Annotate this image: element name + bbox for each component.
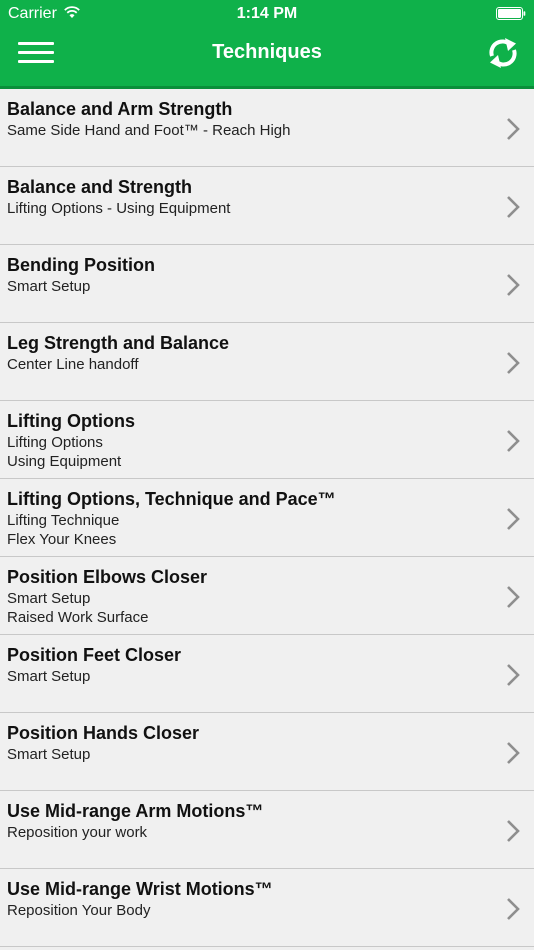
list-item-title: Balance and Arm Strength: [7, 99, 233, 119]
chevron-right-icon: [507, 118, 520, 140]
list-item[interactable]: Position Hands Closer Smart Setup: [0, 713, 534, 791]
list-item-title: Lifting Options, Technique and Pace™: [7, 489, 336, 509]
list-item-subtitle-line: Lifting Options: [7, 434, 103, 451]
list-item-title: Lifting Options: [7, 411, 135, 431]
chevron-right-icon: [507, 586, 520, 608]
page-title: Techniques: [212, 41, 322, 63]
refresh-icon[interactable]: [486, 34, 520, 72]
list-item[interactable]: Balance and Arm Strength Same Side Hand a…: [0, 89, 534, 167]
list-item-subtitle-line: Smart Setup: [7, 668, 91, 685]
chevron-right-icon: [507, 430, 520, 452]
list-item[interactable]: Position Feet Closer Smart Setup: [0, 635, 534, 713]
battery-icon: [496, 7, 526, 20]
list-item-subtitle-line: Reposition your work: [7, 824, 148, 841]
technique-list: Balance and Arm Strength Same Side Hand a…: [0, 89, 534, 947]
list-item[interactable]: Position Elbows Closer Smart Setup Raised …: [0, 557, 534, 635]
list-item-subtitle: Smart Setup: [7, 746, 90, 765]
list-item[interactable]: Lifting Options Lifting Options Using Equi…: [0, 401, 534, 479]
list-item[interactable]: Balance and Strength Lifting Options - Us…: [0, 167, 534, 245]
list-item[interactable]: Bending Position Smart Setup: [0, 245, 534, 323]
list-item-title: Balance and Strength: [7, 177, 193, 197]
list-item-subtitle-line: Lifting Options - Using Equipment: [7, 200, 231, 217]
list-item-subtitle: Same Side Hand and Foot™ - Reach High: [7, 122, 290, 141]
list-item-title: Use Mid-range Arm Motions™: [7, 801, 264, 821]
list-item-subtitle: Lifting Options Using Equipment: [7, 434, 121, 471]
list-item-subtitle-line: Flex Your Knees: [7, 530, 117, 548]
status-bar: Carrier 1:14 PM: [0, 0, 534, 28]
list-item-subtitle-line: Center Line handoff: [7, 356, 139, 373]
list-item-title: Leg Strength and Balance: [7, 333, 230, 353]
list-item-subtitle-line: Smart Setup: [7, 746, 91, 763]
chevron-right-icon: [507, 820, 520, 842]
chevron-right-icon: [507, 742, 520, 764]
list-item[interactable]: Lifting Options, Technique and Pace™ Lift…: [0, 479, 534, 557]
list-item-title: Position Hands Closer: [7, 723, 200, 743]
list-item-subtitle-line: Same Side Hand and Foot™ - Reach High: [7, 122, 291, 139]
list-item-subtitle: Lifting Technique Flex Your Knees: [7, 512, 119, 549]
list-item-subtitle: Smart Setup: [7, 668, 90, 687]
list-item-subtitle-line: Reposition Your Body: [7, 902, 151, 919]
chevron-right-icon: [507, 352, 520, 374]
chevron-right-icon: [507, 898, 520, 920]
list-item-title: Use Mid-range Wrist Motions™: [7, 879, 273, 899]
list-item[interactable]: Use Mid-range Wrist Motions™ Reposition Y…: [0, 869, 534, 947]
list-item-title: Position Feet Closer: [7, 645, 182, 665]
status-time: 1:14 PM: [236, 5, 298, 22]
list-item[interactable]: Use Mid-range Arm Motions™ Reposition you…: [0, 791, 534, 869]
list-item-subtitle-line: Smart Setup: [7, 278, 91, 295]
list-item-subtitle: Reposition Your Body: [7, 902, 150, 921]
list-item-title: Bending Position: [7, 255, 155, 275]
chevron-right-icon: [507, 274, 520, 296]
list-item-subtitle-line: Smart Setup: [7, 590, 91, 607]
list-item-subtitle: Reposition your work: [7, 824, 147, 843]
list-item-subtitle-line: Using Equipment: [7, 452, 122, 470]
list-item-subtitle: Smart Setup: [7, 278, 90, 297]
list-item-subtitle-line: Lifting Technique: [7, 512, 120, 529]
app-screen: Carrier 1:14 PM Techniques Balance and A…: [0, 0, 534, 950]
list-item-subtitle-line: Raised Work Surface: [7, 608, 149, 626]
list-item-subtitle: Center Line handoff: [7, 356, 139, 375]
list-item-subtitle: Smart Setup Raised Work Surface: [7, 590, 148, 627]
chevron-right-icon: [507, 196, 520, 218]
list-item-subtitle: Lifting Options - Using Equipment: [7, 200, 230, 219]
list-item[interactable]: Leg Strength and Balance Center Line hand…: [0, 323, 534, 401]
nav-bar: Carrier 1:14 PM Techniques: [0, 0, 534, 86]
list-item-title: Position Elbows Closer: [7, 567, 208, 587]
chevron-right-icon: [507, 664, 520, 686]
chevron-right-icon: [507, 508, 520, 530]
